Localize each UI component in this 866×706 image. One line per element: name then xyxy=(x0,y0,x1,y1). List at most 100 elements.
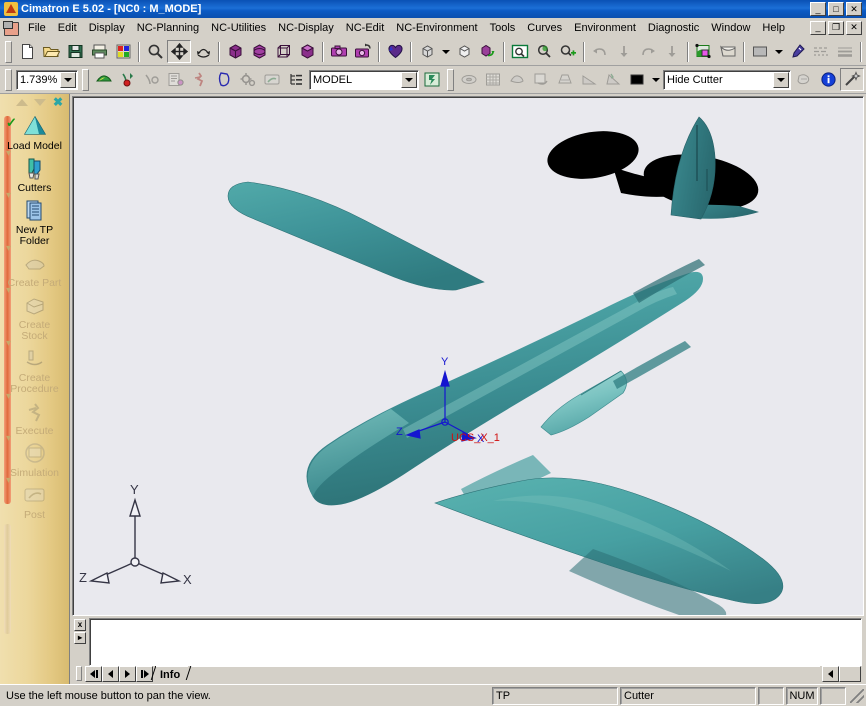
part-icon[interactable] xyxy=(505,68,529,91)
zoom-level-combo[interactable]: 1.739% xyxy=(16,69,78,90)
eyedropper-icon[interactable] xyxy=(785,40,809,63)
undo-step-icon[interactable] xyxy=(612,40,636,63)
menu-nc-utilities[interactable]: NC-Utilities xyxy=(205,20,272,36)
render-mode-dropdown[interactable] xyxy=(439,40,452,63)
sidebar-item-new-tp-folder[interactable]: ▾ New TP Folder xyxy=(0,191,69,247)
mdi-close-button[interactable]: ✕ xyxy=(846,20,862,35)
scroll-up-icon[interactable] xyxy=(15,96,29,108)
chevron-down-icon[interactable] xyxy=(773,71,789,88)
load-model-green-icon[interactable] xyxy=(92,68,116,91)
close-icon[interactable]: x xyxy=(74,619,86,631)
menu-display[interactable]: Display xyxy=(83,20,131,36)
menu-window[interactable]: Window xyxy=(705,20,756,36)
sidebar-item-create-part[interactable]: ▾ Create Part xyxy=(0,244,69,289)
color-swatch-icon[interactable] xyxy=(748,40,772,63)
model-apply-icon[interactable] xyxy=(420,68,444,91)
color-dropdown[interactable] xyxy=(772,40,785,63)
camera-icon[interactable] xyxy=(327,40,351,63)
cutter-color-dropdown[interactable] xyxy=(649,68,662,91)
close-button[interactable]: ✕ xyxy=(846,2,862,16)
scroll-down-icon[interactable] xyxy=(33,96,47,108)
minimize-button[interactable]: _ xyxy=(810,2,826,16)
menu-nc-planning[interactable]: NC-Planning xyxy=(131,20,205,36)
nc-toolbar-grip-2[interactable] xyxy=(82,68,89,91)
menu-diagnostic[interactable]: Diagnostic xyxy=(642,20,705,36)
redo-step-icon[interactable] xyxy=(660,40,684,63)
close-icon[interactable]: ✖ xyxy=(51,96,65,108)
chevron-down-icon[interactable] xyxy=(401,71,417,88)
sidebar-item-post[interactable]: ▾ Post xyxy=(0,476,69,521)
menu-file[interactable]: File xyxy=(22,20,52,36)
sidebar-item-create-stock[interactable]: ▾ Create Stock xyxy=(0,286,69,342)
stock-disc-icon[interactable] xyxy=(457,68,481,91)
cube-grey-icon[interactable] xyxy=(452,40,476,63)
open-file-icon[interactable] xyxy=(39,40,63,63)
sidebar-item-create-procedure[interactable]: ▾ Create Procedure xyxy=(0,339,69,395)
measure-icon[interactable] xyxy=(140,68,164,91)
menu-environment[interactable]: Environment xyxy=(568,20,642,36)
tab-info[interactable]: Info xyxy=(156,666,189,682)
cube-solid-icon[interactable] xyxy=(415,40,439,63)
sidebar-item-cutters[interactable]: ▾ Cutters xyxy=(0,149,69,194)
mdi-minimize-button[interactable]: _ xyxy=(810,20,826,35)
new-file-icon[interactable] xyxy=(15,40,39,63)
mdi-restore-button[interactable]: ❐ xyxy=(828,20,844,35)
scroll-left-button[interactable] xyxy=(822,666,839,682)
info-icon[interactable] xyxy=(816,68,840,91)
maximize-button[interactable]: □ xyxy=(828,2,844,16)
scroll-thumb[interactable] xyxy=(839,666,861,682)
sidebar-item-load-model[interactable]: ✓ Load Model xyxy=(0,110,69,152)
report-icon[interactable] xyxy=(164,68,188,91)
chevron-down-icon[interactable] xyxy=(60,71,76,88)
iso-view-icon[interactable] xyxy=(223,40,247,63)
run-icon[interactable] xyxy=(188,68,212,91)
color-black-swatch-icon[interactable] xyxy=(625,68,649,91)
toolpath-icon[interactable] xyxy=(212,68,236,91)
grid-icon[interactable] xyxy=(481,68,505,91)
wireframe-view-icon[interactable] xyxy=(271,40,295,63)
tab-prev-button[interactable] xyxy=(102,666,119,682)
model-combo[interactable]: MODEL xyxy=(309,69,419,90)
menu-curves[interactable]: Curves xyxy=(521,20,568,36)
camera-restore-icon[interactable] xyxy=(351,40,375,63)
expand-icon[interactable]: ▸ xyxy=(74,632,86,644)
print-icon[interactable] xyxy=(87,40,111,63)
menu-nc-environment[interactable]: NC-Environment xyxy=(390,20,483,36)
document-control-icon[interactable] xyxy=(2,20,20,36)
undo-icon[interactable] xyxy=(588,40,612,63)
sidebar-item-execute[interactable]: ▾ Execute xyxy=(0,392,69,437)
linetype-icon[interactable] xyxy=(809,40,833,63)
nc-toolbar-grip[interactable] xyxy=(5,68,12,91)
nc-toolbar-grip-3[interactable] xyxy=(447,68,454,91)
redo-icon[interactable] xyxy=(636,40,660,63)
simulate-icon[interactable] xyxy=(529,68,553,91)
refresh-cube-icon[interactable] xyxy=(476,40,500,63)
tabrow-grip[interactable] xyxy=(76,666,82,681)
menu-tools[interactable]: Tools xyxy=(484,20,522,36)
machine-icon[interactable] xyxy=(553,68,577,91)
gears-icon[interactable] xyxy=(236,68,260,91)
zoom-icon[interactable] xyxy=(143,40,167,63)
rotate-icon[interactable] xyxy=(191,40,215,63)
palette-icon[interactable] xyxy=(111,40,135,63)
menu-nc-edit[interactable]: NC-Edit xyxy=(340,20,391,36)
magic-wand-icon[interactable] xyxy=(840,68,864,91)
resize-grip-icon[interactable] xyxy=(850,688,864,703)
cutter-edit-icon[interactable] xyxy=(792,68,816,91)
layers-icon[interactable] xyxy=(692,40,716,63)
shade-heart-icon[interactable] xyxy=(383,40,407,63)
menu-help[interactable]: Help xyxy=(756,20,791,36)
box-view-icon[interactable] xyxy=(247,40,271,63)
linewidth-icon[interactable] xyxy=(833,40,857,63)
top-view-icon[interactable] xyxy=(295,40,319,63)
zoom-window-icon[interactable] xyxy=(508,40,532,63)
ramp2-icon[interactable] xyxy=(601,68,625,91)
ramp-icon[interactable] xyxy=(577,68,601,91)
post-icon[interactable] xyxy=(260,68,284,91)
menu-edit[interactable]: Edit xyxy=(52,20,83,36)
3d-viewport[interactable]: Y Z X UCS_X_1 Y Z X xyxy=(72,96,864,616)
pan-icon[interactable] xyxy=(167,40,191,63)
add-target-icon[interactable] xyxy=(116,68,140,91)
toolbar-grip[interactable] xyxy=(5,40,12,63)
message-textbox[interactable] xyxy=(89,618,862,666)
